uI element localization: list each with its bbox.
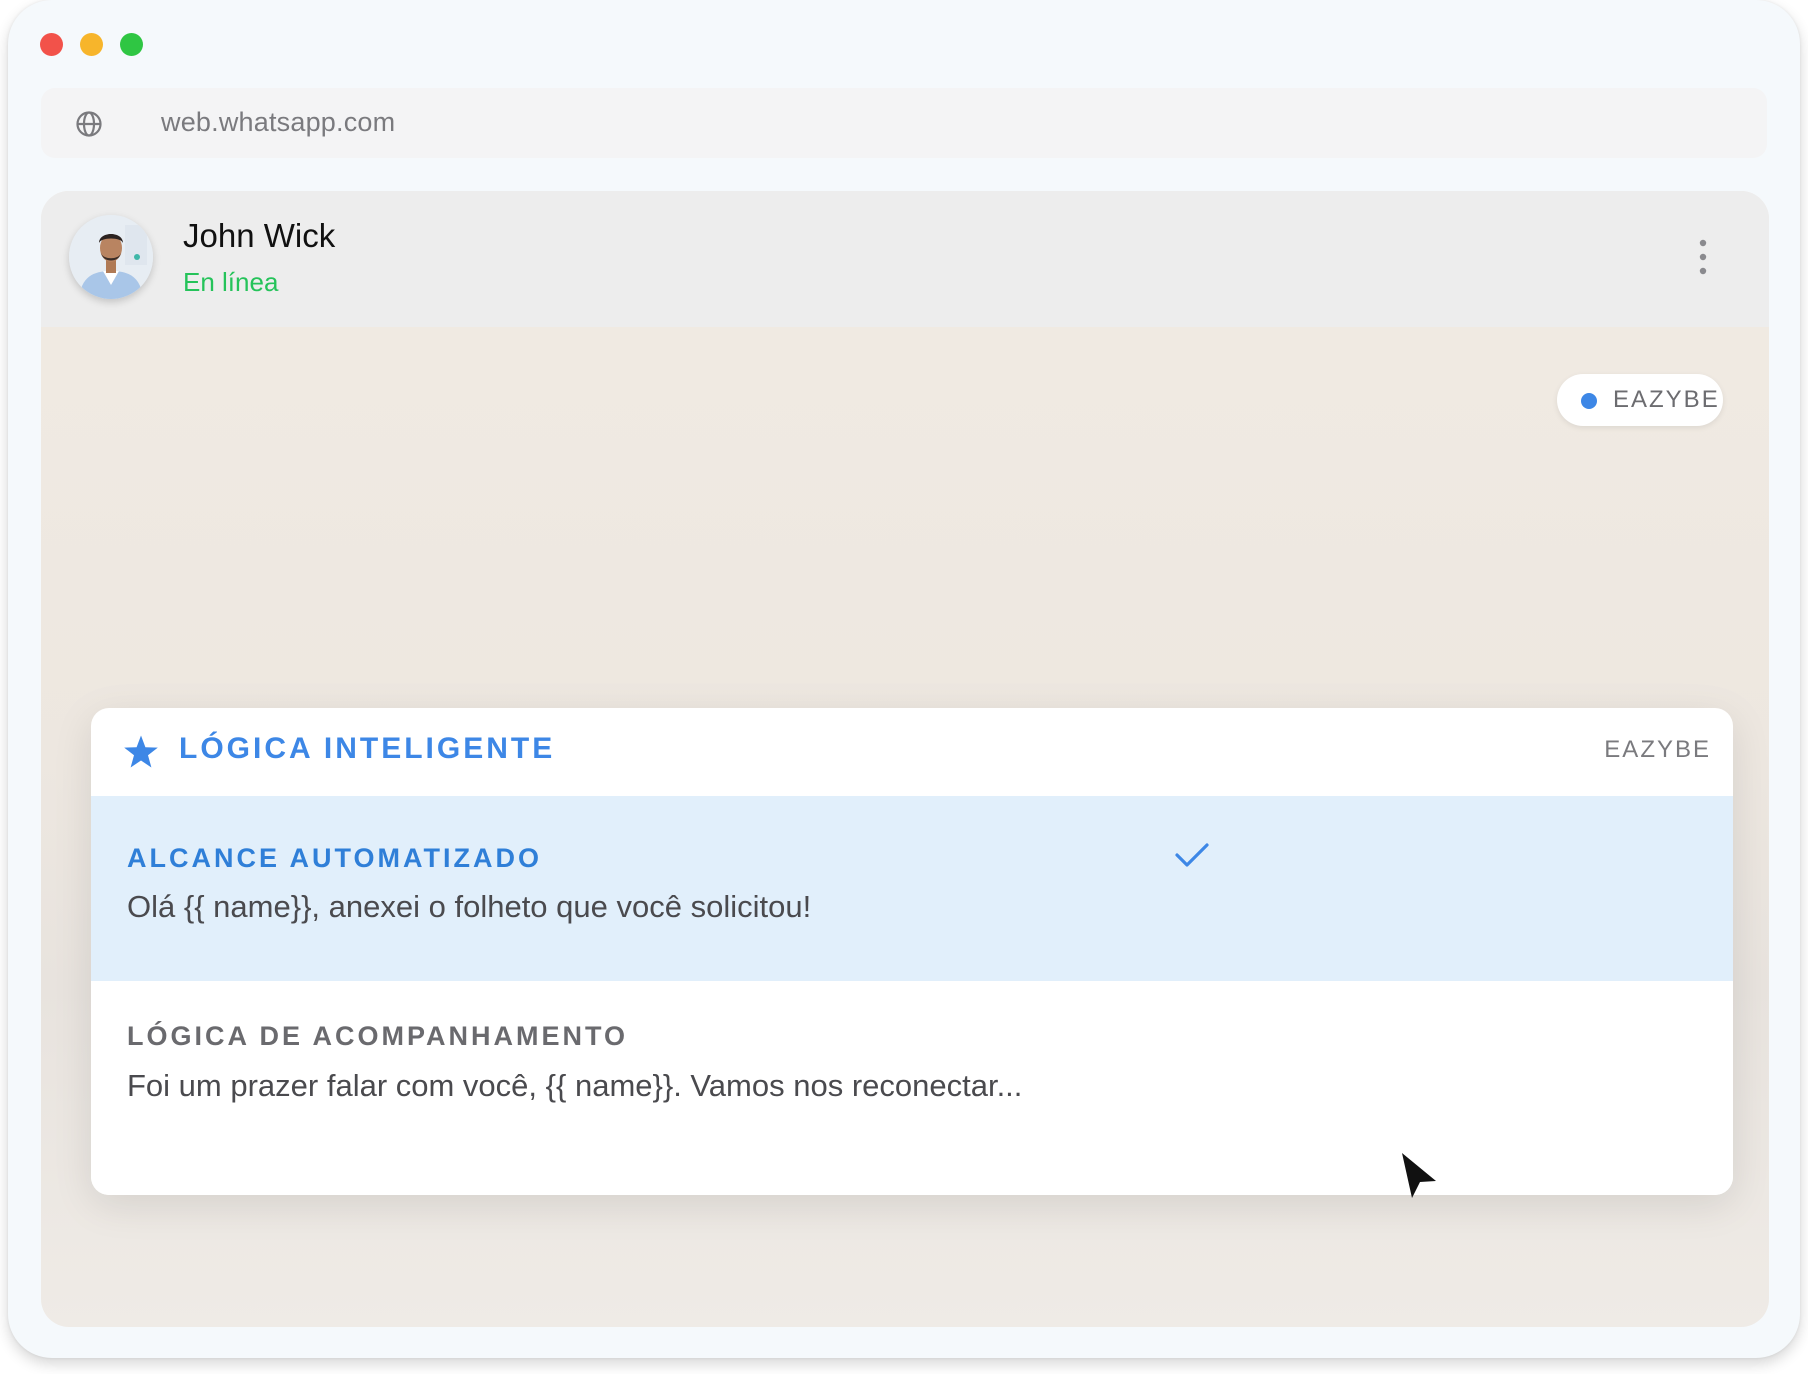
- close-window-button[interactable]: [40, 33, 63, 56]
- status-dot: [1581, 393, 1597, 409]
- more-vertical-icon[interactable]: [1699, 239, 1707, 275]
- option-automated-outreach[interactable]: ALCANCE AUTOMATIZADO Olá {{ name}}, anex…: [91, 796, 1733, 981]
- window-controls: [40, 33, 143, 56]
- card-header: LÓGICA INTELIGENTE EAZYBE: [91, 708, 1733, 796]
- check-icon: [1175, 843, 1209, 867]
- chat-header: John Wick En línea: [41, 191, 1769, 327]
- card-title: LÓGICA INTELIGENTE: [179, 732, 556, 765]
- chat-panel: John Wick En línea EAZYBE LÓGICA INTELIG…: [41, 191, 1769, 1327]
- contact-status: En línea: [183, 267, 279, 297]
- avatar[interactable]: [69, 215, 153, 299]
- option-title: ALCANCE AUTOMATIZADO: [127, 843, 542, 873]
- maximize-window-button[interactable]: [120, 33, 143, 56]
- url-text[interactable]: web.whatsapp.com: [161, 107, 395, 138]
- option-message: Olá {{ name}}, anexei o folheto que você…: [127, 889, 812, 924]
- card-brand: EAZYBE: [1604, 736, 1711, 763]
- minimize-window-button[interactable]: [80, 33, 103, 56]
- browser-window: web.whatsapp.com John Wick En línea EAZY…: [8, 0, 1800, 1358]
- star-icon: [124, 735, 158, 768]
- eazybe-badge[interactable]: EAZYBE: [1557, 374, 1723, 426]
- contact-name[interactable]: John Wick: [183, 217, 335, 255]
- cursor-icon: [1402, 1153, 1436, 1198]
- option-title: LÓGICA DE ACOMPANHAMENTO: [127, 1021, 628, 1051]
- globe-icon: [76, 111, 102, 137]
- smart-logic-card: LÓGICA INTELIGENTE EAZYBE ALCANCE AUTOMA…: [91, 708, 1733, 1195]
- address-bar[interactable]: web.whatsapp.com: [41, 88, 1767, 158]
- option-message: Foi um prazer falar com você, {{ name}}.…: [127, 1068, 1023, 1103]
- eazybe-badge-label: EAZYBE: [1613, 386, 1720, 413]
- avatar-photo: [69, 215, 153, 299]
- option-follow-up-logic[interactable]: LÓGICA DE ACOMPANHAMENTO Foi um prazer f…: [91, 981, 1733, 1195]
